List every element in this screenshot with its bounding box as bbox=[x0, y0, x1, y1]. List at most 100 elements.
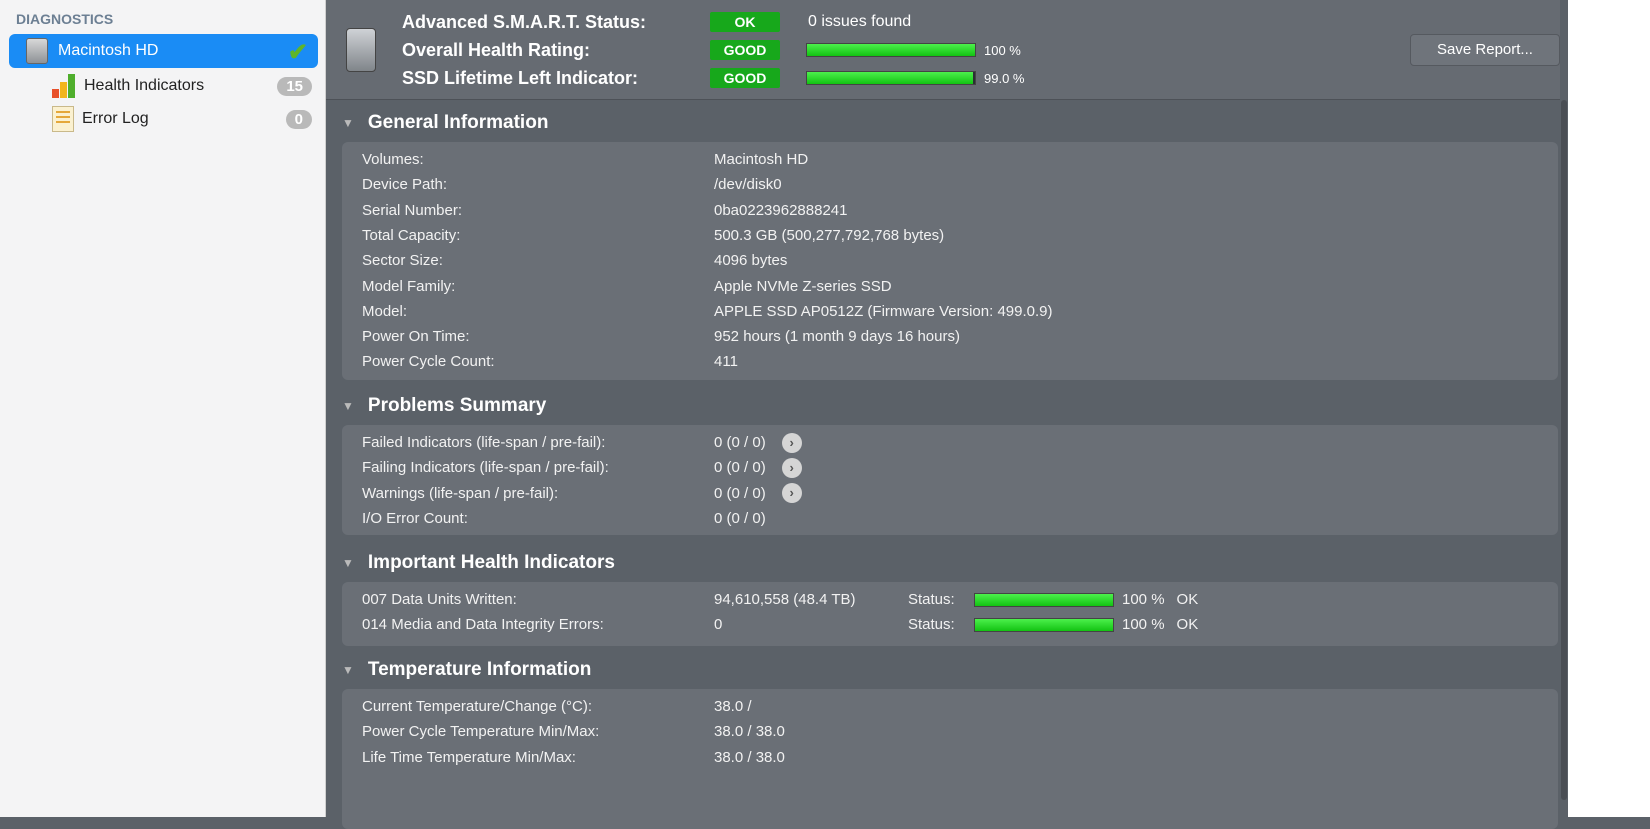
info-row: Volumes: Macintosh HD bbox=[362, 147, 808, 172]
sidebar-item-error-log[interactable]: Error Log 0 bbox=[52, 105, 312, 133]
info-row: Model: APPLE SSD AP0512Z (Firmware Versio… bbox=[362, 299, 1053, 324]
info-row: 007 Data Units Written: 94,610,558 (48.4 … bbox=[362, 587, 1198, 612]
row-label: I/O Error Count: bbox=[362, 509, 468, 527]
status-badge: OK bbox=[710, 12, 780, 32]
info-row: Failing Indicators (life-span / pre-fail… bbox=[362, 455, 802, 480]
status-label: Overall Health Rating: bbox=[402, 39, 591, 60]
scrollbar[interactable] bbox=[1560, 0, 1568, 817]
percent-text: 100 % bbox=[984, 42, 1021, 58]
info-row: Life Time Temperature Min/Max: 38.0 / 38.… bbox=[362, 745, 785, 770]
row-value: 38.0 / bbox=[714, 698, 752, 715]
row-label: Power Cycle Temperature Min/Max: bbox=[362, 723, 600, 741]
section-title: Important Health Indicators bbox=[367, 552, 615, 573]
row-value: 94,610,558 (48.4 TB) bbox=[714, 591, 856, 608]
section-title: General Information bbox=[367, 112, 549, 133]
progress-fill bbox=[975, 618, 1113, 631]
info-row: Device Path: /dev/disk0 bbox=[362, 172, 782, 197]
row-label: Serial Number: bbox=[362, 201, 463, 219]
section-header-temperature-information[interactable]: ▼ Temperature Information bbox=[342, 659, 591, 681]
info-row: Total Capacity: 500.3 GB (500,277,792,768… bbox=[362, 223, 944, 248]
hard-disk-icon bbox=[26, 38, 48, 64]
info-row: Power On Time: 952 hours (1 month 9 days … bbox=[362, 324, 960, 349]
sidebar-item-macintosh-hd[interactable]: Macintosh HD ✔ bbox=[9, 34, 318, 68]
main-panel: Advanced S.M.A.R.T. Status: OK 0 issues … bbox=[326, 0, 1568, 829]
row-label: Current Temperature/Change (°C): bbox=[362, 698, 592, 715]
row-label: Failed Indicators (life-span / pre-fail)… bbox=[362, 434, 606, 451]
section-title: Problems Summary bbox=[367, 395, 547, 416]
health-rating-row: Overall Health Rating: GOOD 100 % bbox=[402, 37, 1021, 63]
count-badge: 0 bbox=[285, 109, 312, 129]
section-panel: Failed Indicators (life-span / pre-fail)… bbox=[342, 425, 1558, 535]
section-title: Temperature Information bbox=[367, 659, 592, 680]
row-value: 0 (0 / 0) bbox=[714, 484, 766, 502]
info-row: Failed Indicators (life-span / pre-fail)… bbox=[362, 430, 802, 455]
scrollbar-thumb[interactable] bbox=[1561, 100, 1567, 800]
info-row: Sector Size: 4096 bytes bbox=[362, 248, 787, 273]
section-header-problems-summary[interactable]: ▼ Problems Summary bbox=[342, 395, 546, 417]
row-label: Device Path: bbox=[362, 176, 448, 194]
status-label: Status: bbox=[908, 591, 955, 608]
lifetime-row: SSD Lifetime Left Indicator: GOOD 99.0 % bbox=[402, 65, 1024, 91]
disclosure-triangle-icon[interactable]: ▼ bbox=[342, 116, 354, 130]
row-value: Apple NVMe Z-series SSD bbox=[714, 277, 892, 295]
status-label: SSD Lifetime Left Indicator: bbox=[402, 67, 639, 88]
disclosure-triangle-icon[interactable]: ▼ bbox=[342, 663, 354, 677]
progress-fill bbox=[807, 72, 974, 84]
status-badge: GOOD bbox=[710, 68, 780, 88]
status-text: 0 issues found bbox=[808, 13, 912, 30]
row-value: 0 bbox=[714, 616, 723, 634]
save-report-button[interactable]: Save Report... bbox=[1410, 34, 1560, 66]
row-value: 0 (0 / 0) bbox=[714, 509, 766, 527]
row-label: 007 Data Units Written: bbox=[362, 591, 517, 608]
row-label: Warnings (life-span / pre-fail): bbox=[362, 484, 559, 502]
row-value: 411 bbox=[714, 353, 738, 371]
checkmark-icon: ✔ bbox=[287, 39, 308, 66]
info-row: Model Family: Apple NVMe Z-series SSD bbox=[362, 274, 892, 299]
status-label: Status: bbox=[908, 616, 955, 634]
window-edge bbox=[1568, 0, 1650, 817]
section-header-important-health-indicators[interactable]: ▼ Important Health Indicators bbox=[342, 552, 615, 574]
percent-text: 100 % bbox=[1122, 616, 1165, 634]
smart-status-row: Advanced S.M.A.R.T. Status: OK 0 issues … bbox=[402, 9, 911, 35]
row-value: 0ba0223962888241 bbox=[714, 201, 848, 219]
sidebar-heading: DIAGNOSTICS bbox=[16, 11, 114, 27]
row-value: 0 (0 / 0) bbox=[714, 459, 766, 477]
progress-bar bbox=[974, 592, 1114, 607]
section-panel: Current Temperature/Change (°C): 38.0 / Po… bbox=[342, 689, 1558, 829]
row-value: 500.3 GB (500,277,792,768 bytes) bbox=[714, 226, 945, 244]
row-label: Volumes: bbox=[362, 151, 424, 168]
row-label: Model Family: bbox=[362, 277, 456, 295]
row-value: Macintosh HD bbox=[714, 151, 809, 168]
info-row: Power Cycle Count: 411 bbox=[362, 349, 738, 374]
log-document-icon bbox=[52, 106, 74, 132]
go-arrow-icon[interactable]: › bbox=[781, 432, 802, 453]
status-label: Advanced S.M.A.R.T. Status: bbox=[402, 11, 647, 32]
row-value: APPLE SSD AP0512Z (Firmware Version: 499… bbox=[714, 302, 1053, 320]
row-label: Failing Indicators (life-span / pre-fail… bbox=[362, 459, 609, 477]
row-label: Sector Size: bbox=[362, 252, 443, 270]
go-arrow-icon[interactable]: › bbox=[781, 457, 802, 478]
info-row: 014 Media and Data Integrity Errors: 0 Sta… bbox=[362, 612, 1198, 637]
sidebar: DIAGNOSTICS Macintosh HD ✔ Health Indica… bbox=[0, 0, 326, 817]
row-label: Model: bbox=[362, 302, 408, 320]
row-label: Power Cycle Count: bbox=[362, 353, 495, 371]
go-arrow-icon[interactable]: › bbox=[781, 483, 802, 504]
info-row: Power Cycle Temperature Min/Max: 38.0 / 3… bbox=[362, 719, 785, 744]
section-header-general-information[interactable]: ▼ General Information bbox=[342, 112, 548, 134]
info-row: Current Temperature/Change (°C): 38.0 / bbox=[362, 694, 752, 719]
row-label: Life Time Temperature Min/Max: bbox=[362, 748, 576, 766]
sidebar-item-health-indicators[interactable]: Health Indicators 15 bbox=[52, 72, 312, 100]
disclosure-triangle-icon[interactable]: ▼ bbox=[342, 399, 354, 413]
progress-bar bbox=[974, 617, 1114, 632]
row-value: 0 (0 / 0) bbox=[714, 434, 766, 451]
row-value: /dev/disk0 bbox=[714, 176, 782, 194]
section-panel: 007 Data Units Written: 94,610,558 (48.4 … bbox=[342, 582, 1558, 646]
info-row: Warnings (life-span / pre-fail): 0 (0 / 0… bbox=[362, 481, 802, 506]
status-state: OK bbox=[1176, 591, 1199, 608]
info-row: I/O Error Count: 0 (0 / 0) bbox=[362, 506, 766, 531]
bar-chart-icon bbox=[52, 74, 76, 98]
percent-text: 99.0 % bbox=[984, 70, 1025, 86]
disk-label: Macintosh HD bbox=[58, 42, 159, 59]
percent-text: 100 % bbox=[1122, 591, 1165, 608]
disclosure-triangle-icon[interactable]: ▼ bbox=[342, 556, 354, 570]
